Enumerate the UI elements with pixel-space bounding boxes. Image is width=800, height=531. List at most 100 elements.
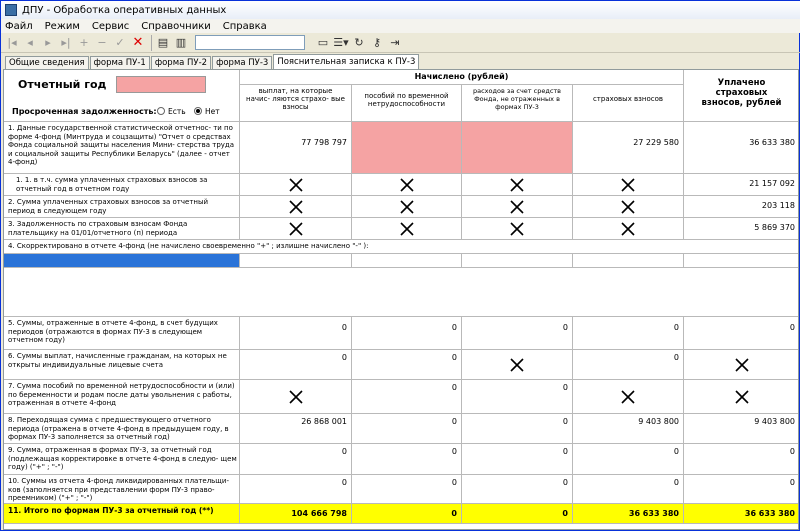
row-10-fund-expenses[interactable]: 0 [462, 475, 573, 504]
first-record-icon[interactable]: |◂ [4, 35, 20, 51]
row-9-sickness-benefits[interactable]: 0 [352, 444, 462, 475]
cross-icon [288, 199, 303, 214]
add-record-icon[interactable]: + [76, 35, 92, 51]
row-5-payments[interactable]: 0 [240, 317, 352, 350]
row-9-label: 9. Сумма, отраженная в формах ПУ-3, за о… [4, 444, 240, 475]
last-record-icon[interactable]: ▸| [58, 35, 74, 51]
exit-icon[interactable]: ⇥ [387, 35, 403, 51]
report-year-input[interactable] [116, 76, 206, 93]
menu-file[interactable]: Файл [5, 21, 33, 32]
document-icon[interactable]: ▭ [315, 35, 331, 51]
row-8-insurance-accrued[interactable]: 9 403 800 [573, 414, 684, 444]
delete-icon[interactable]: ✕ [130, 35, 146, 51]
menu-references[interactable]: Справочники [141, 21, 211, 32]
row-5-fund-expenses[interactable]: 0 [462, 317, 573, 350]
app-icon [5, 4, 17, 16]
row-4-grid-cell[interactable] [462, 254, 573, 268]
row-11-total-fund-expenses: 0 [462, 504, 573, 524]
cross-icon [734, 389, 749, 404]
row-6-insurance-accrued[interactable]: 0 [573, 350, 684, 380]
row-7-sickness-benefits[interactable]: 0 [352, 380, 462, 414]
row-7-insurance-accrued [573, 380, 684, 414]
row-9-payments[interactable]: 0 [240, 444, 352, 475]
header-left: Отчетный год Просроченная задолженность:… [4, 70, 240, 122]
app-window: ДПУ - Обработка оперативных данных Файл … [0, 0, 800, 531]
row-4-grid-cell[interactable] [240, 254, 352, 268]
confirm-icon[interactable]: ✓ [112, 35, 128, 51]
list-dropdown-icon[interactable]: ☰▾ [333, 35, 349, 51]
row-4-grid-cell[interactable] [352, 254, 462, 268]
next-record-icon[interactable]: ▸ [40, 35, 56, 51]
toolbar-input[interactable] [195, 35, 305, 50]
row-11-total-sickness-benefits: 0 [352, 504, 462, 524]
key-icon[interactable]: ⚷ [369, 35, 385, 51]
row-5-sickness-benefits[interactable]: 0 [352, 317, 462, 350]
row-1-sickness-benefits[interactable] [352, 122, 462, 174]
row-9-paid[interactable]: 0 [684, 444, 798, 475]
row-8-payments[interactable]: 26 868 001 [240, 414, 352, 444]
col-header-insurance-accrued: страховых взносов [573, 85, 684, 122]
row-8-sickness-benefits[interactable]: 0 [352, 414, 462, 444]
explanatory-note-form: Отчетный год Просроченная задолженность:… [3, 69, 799, 530]
toolbar-separator [151, 34, 152, 51]
overdue-yes-label: Есть [168, 107, 186, 116]
row-1-1-payments [240, 174, 352, 196]
cross-icon [621, 177, 635, 192]
remove-record-icon[interactable]: − [94, 35, 110, 51]
row-1-paid[interactable]: 36 633 380 [684, 122, 798, 174]
row-4-grid-cell[interactable] [573, 254, 684, 268]
row-6-fund-expenses [462, 350, 573, 380]
row-2-paid[interactable]: 203 118 [684, 196, 798, 218]
row-11-total-paid: 36 633 380 [684, 504, 798, 524]
row-5-paid[interactable]: 0 [684, 317, 798, 350]
prev-record-icon[interactable]: ◂ [22, 35, 38, 51]
row-7-fund-expenses[interactable]: 0 [462, 380, 573, 414]
tab-pu1[interactable]: форма ПУ-1 [89, 56, 150, 69]
cross-icon [621, 199, 635, 214]
row-1-1-fund-expenses [462, 174, 573, 196]
row-9-fund-expenses[interactable]: 0 [462, 444, 573, 475]
menu-service[interactable]: Сервис [92, 21, 129, 32]
row-1-1-paid[interactable]: 21 157 092 [684, 174, 798, 196]
overdue-yes-radio[interactable] [157, 107, 165, 115]
row-7-paid [684, 380, 798, 414]
row-9-insurance-accrued[interactable]: 0 [573, 444, 684, 475]
row-8-fund-expenses[interactable]: 0 [462, 414, 573, 444]
row-10-paid[interactable]: 0 [684, 475, 798, 504]
row-1-label: 1. Данные государственной статистической… [4, 122, 240, 174]
col-header-paid: Уплачено страховых взносов, рублей [684, 70, 798, 122]
row-1-fund-expenses[interactable] [462, 122, 573, 174]
row-4-label: 4. Скорректировано в отчете 4-фонд (не н… [4, 240, 798, 254]
row-1-payments[interactable]: 77 798 797 [240, 122, 352, 174]
filter-icon[interactable]: ▥ [173, 35, 189, 51]
row-1-insurance-accrued[interactable]: 27 229 580 [573, 122, 684, 174]
cross-icon [288, 221, 303, 236]
row-4-grid-cell[interactable] [684, 254, 798, 268]
row-2-label: 2. Сумма уплаченных страховых взносов за… [4, 196, 240, 218]
print-icon[interactable]: ▤ [155, 35, 171, 51]
tab-general[interactable]: Общие сведения [5, 56, 89, 69]
row-10-payments[interactable]: 0 [240, 475, 352, 504]
report-year-label: Отчетный год [18, 78, 107, 91]
row-10-insurance-accrued[interactable]: 0 [573, 475, 684, 504]
menu-mode[interactable]: Режим [45, 21, 80, 32]
row-4-grid-selected-cell[interactable] [4, 254, 240, 268]
row-3-paid[interactable]: 5 869 370 [684, 218, 798, 240]
overdue-no-label: Нет [205, 107, 220, 116]
refresh-icon[interactable]: ↻ [351, 35, 367, 51]
row-4-grid-area[interactable] [4, 268, 798, 317]
row-6-payments[interactable]: 0 [240, 350, 352, 380]
row-5-insurance-accrued[interactable]: 0 [573, 317, 684, 350]
row-6-sickness-benefits[interactable]: 0 [352, 350, 462, 380]
cross-icon [734, 357, 749, 372]
tab-pu3[interactable]: форма ПУ-3 [212, 56, 273, 69]
overdue-no-radio[interactable] [194, 107, 202, 115]
cross-icon [399, 177, 414, 192]
row-10-sickness-benefits[interactable]: 0 [352, 475, 462, 504]
tab-pu2[interactable]: форма ПУ-2 [150, 56, 212, 69]
menu-help[interactable]: Справка [223, 21, 267, 32]
row-1-1-sickness-benefits [352, 174, 462, 196]
menu-bar: Файл Режим Сервис Справочники Справка [1, 19, 800, 33]
row-8-paid[interactable]: 9 403 800 [684, 414, 798, 444]
tab-explanatory-note[interactable]: Пояснительная записка к ПУ-3 [273, 54, 420, 69]
